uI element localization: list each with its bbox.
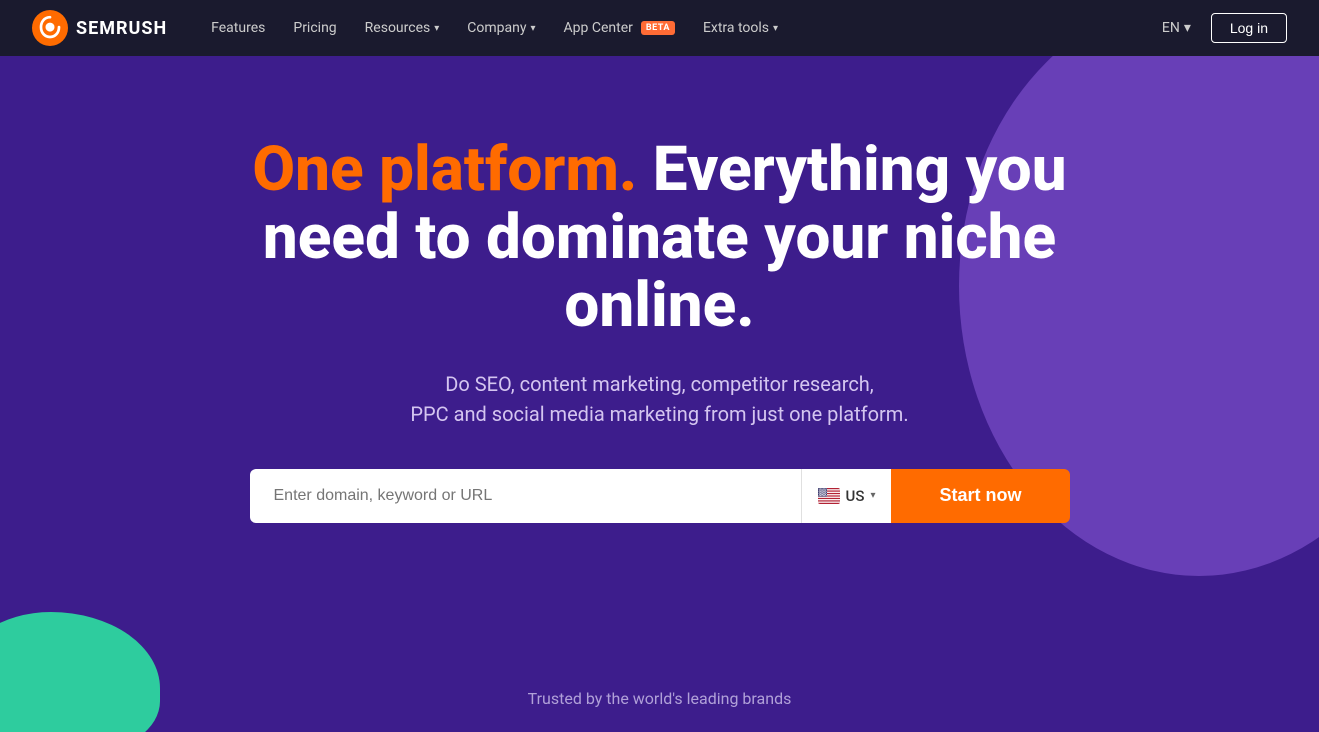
nav-right: EN ▾ Log in <box>1150 12 1287 44</box>
country-selector[interactable]: US ▾ <box>801 469 892 523</box>
country-chevron-icon: ▾ <box>870 490 875 501</box>
nav-app-center[interactable]: App Center BETA <box>552 12 687 44</box>
hero-subtext: Do SEO, content marketing, competitor re… <box>210 369 1110 429</box>
hero-section: One platform. Everything you need to dom… <box>0 56 1319 732</box>
hero-heading: One platform. Everything you need to dom… <box>210 136 1110 341</box>
lang-chevron-icon: ▾ <box>1184 20 1191 36</box>
nav-company[interactable]: Company ▾ <box>455 12 547 44</box>
extra-tools-chevron-icon: ▾ <box>773 23 778 34</box>
logo[interactable]: SEMRUSH <box>32 10 167 46</box>
login-button[interactable]: Log in <box>1211 13 1287 43</box>
language-selector[interactable]: EN ▾ <box>1150 12 1203 44</box>
nav-features[interactable]: Features <box>199 12 277 44</box>
hero-content: One platform. Everything you need to dom… <box>210 136 1110 523</box>
navbar: SEMRUSH Features Pricing Resources ▾ Com… <box>0 0 1319 56</box>
hero-heading-orange: One platform. <box>252 133 637 206</box>
start-now-button[interactable]: Start now <box>891 469 1069 523</box>
country-code-text: US <box>846 487 865 505</box>
resources-chevron-icon: ▾ <box>434 23 439 34</box>
trusted-text: Trusted by the world's leading brands <box>528 689 792 708</box>
us-flag-icon <box>818 488 840 504</box>
search-input[interactable] <box>250 469 801 523</box>
nav-links: Features Pricing Resources ▾ Company ▾ A… <box>199 12 1150 44</box>
hero-blob-decoration <box>0 612 160 732</box>
company-chevron-icon: ▾ <box>531 23 536 34</box>
nav-resources[interactable]: Resources ▾ <box>353 12 452 44</box>
hero-search-row: US ▾ Start now <box>250 469 1070 523</box>
logo-text: SEMRUSH <box>76 18 167 39</box>
nav-extra-tools[interactable]: Extra tools ▾ <box>691 12 790 44</box>
nav-pricing[interactable]: Pricing <box>281 12 348 44</box>
beta-badge: BETA <box>641 21 675 35</box>
